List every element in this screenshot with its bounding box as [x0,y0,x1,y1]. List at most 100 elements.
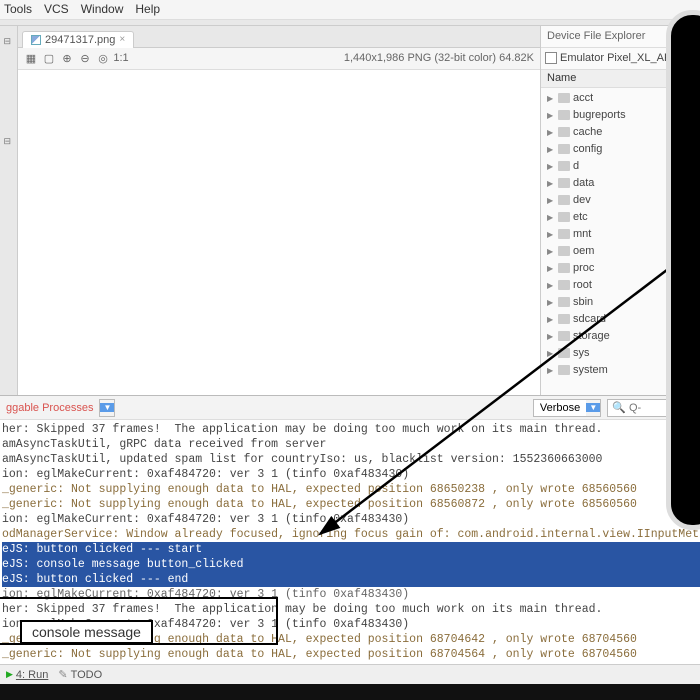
folder-row[interactable]: ▶sbin [541,294,700,311]
expand-arrow-icon[interactable]: ▶ [547,94,555,103]
gutter-handle-icon[interactable]: ⊟ [4,136,14,146]
log-level-label: Verbose [534,400,586,416]
folder-name: cache [573,126,602,138]
folder-row[interactable]: ▶d [541,158,700,175]
left-gutter: ⊟ ⊟ [0,26,18,395]
process-filter-dropdown[interactable]: ▼ [99,399,115,417]
grid-icon[interactable]: ▦ [24,51,38,65]
editor-tab-bar: 29471317.png × [18,26,540,48]
menu-vcs[interactable]: VCS [44,2,69,16]
editor-tab[interactable]: 29471317.png × [22,31,134,48]
folder-row[interactable]: ▶bugreports [541,107,700,124]
main-area: ⊟ ⊟ 29471317.png × ▦ ▢ ⊕ ⊖ ◎ 1:1 1,440x1… [0,26,700,395]
expand-arrow-icon[interactable]: ▶ [547,349,555,358]
device-file-tree[interactable]: ▶acct▶bugreports▶cache▶config▶d▶data▶dev… [541,88,700,395]
status-bar [0,684,700,700]
folder-icon [558,246,570,256]
expand-arrow-icon[interactable]: ▶ [547,162,555,171]
folder-name: acct [573,92,593,104]
folder-icon [558,263,570,273]
expand-arrow-icon[interactable]: ▶ [547,213,555,222]
log-line: her: Skipped 37 frames! The application … [2,603,602,616]
folder-name: mnt [573,228,591,240]
expand-arrow-icon[interactable]: ▶ [547,111,555,120]
folder-row[interactable]: ▶ config [541,141,700,158]
expand-arrow-icon[interactable]: ▶ [547,230,555,239]
log-line: ion: eglMakeCurrent: 0xaf484720: ver 3 1… [2,588,409,601]
folder-name: dev [573,194,591,206]
folder-row[interactable]: ▶etc [541,209,700,226]
folder-name: oem [573,245,594,257]
folder-icon [558,297,570,307]
expand-arrow-icon[interactable]: ▶ [547,315,555,324]
tree-header-name[interactable]: Name [541,70,700,88]
device-file-explorer-panel: Device File Explorer Emulator Pixel_XL_A… [540,26,700,395]
log-line: _generic: Not supplying enough data to H… [2,648,637,661]
tab-filename: 29471317.png [45,34,115,46]
menu-window[interactable]: Window [81,2,124,16]
image-canvas[interactable] [18,70,540,395]
log-line: _generic: Not supplying enough data to H… [2,483,637,496]
expand-arrow-icon[interactable]: ▶ [547,281,555,290]
log-search-box[interactable]: 🔍 [607,399,694,417]
folder-icon [558,314,570,324]
run-icon: ▶ [6,669,13,680]
box-icon[interactable]: ▢ [42,51,56,65]
folder-icon [558,229,570,239]
zoom-in-icon[interactable]: ⊕ [60,51,74,65]
folder-icon [558,161,570,171]
image-file-icon [31,35,41,45]
zoom-out-icon[interactable]: ⊖ [78,51,92,65]
menu-help[interactable]: Help [135,2,160,16]
log-search-input[interactable] [629,402,689,414]
log-line: eJS: button clicked --- end [2,572,700,587]
folder-name: storage [573,330,610,342]
expand-arrow-icon[interactable]: ▶ [547,298,555,307]
run-tab[interactable]: ▶ 4: Run [6,669,48,681]
folder-row[interactable]: ▶ cache [541,124,700,141]
bottom-tool-tabs: ▶ 4: Run ✎ TODO [0,664,700,684]
folder-row[interactable]: ▶ mnt [541,226,700,243]
folder-name: proc [573,262,594,274]
folder-row[interactable]: ▶ proc [541,260,700,277]
menu-tools[interactable]: Tools [4,2,32,16]
expand-arrow-icon[interactable]: ▶ [547,332,555,341]
folder-row[interactable]: ▶root [541,277,700,294]
folder-name: config [573,143,602,155]
folder-icon [558,331,570,341]
folder-row[interactable]: ▶ system [541,362,700,379]
image-info-label: 1,440x1,986 PNG (32-bit color) 64.82K [344,52,534,64]
emulator-selector[interactable]: Emulator Pixel_XL_API_25 [541,48,700,70]
folder-row[interactable]: ▶sdcard [541,311,700,328]
folder-row[interactable]: ▶ acct [541,90,700,107]
folder-row[interactable]: ▶sys [541,345,700,362]
todo-tab[interactable]: ✎ TODO [58,668,102,681]
process-filter-label: ggable Processes [6,402,93,414]
folder-icon [558,110,570,120]
folder-row[interactable]: ▶ dev [541,192,700,209]
folder-row[interactable]: ▶ oem [541,243,700,260]
folder-row[interactable]: ▶ data [541,175,700,192]
expand-arrow-icon[interactable]: ▶ [547,247,555,256]
expand-arrow-icon[interactable]: ▶ [547,264,555,273]
expand-arrow-icon[interactable]: ▶ [547,128,555,137]
expand-arrow-icon[interactable]: ▶ [547,366,555,375]
close-tab-icon[interactable]: × [119,34,125,45]
expand-arrow-icon[interactable]: ▶ [547,179,555,188]
folder-icon [558,195,570,205]
log-line: odManagerService: Window already focused… [2,528,700,541]
gutter-handle-icon[interactable]: ⊟ [4,36,14,46]
zoom-fit-icon[interactable]: ◎ [96,51,110,65]
folder-icon [558,144,570,154]
zoom-actual-icon[interactable]: 1:1 [114,51,128,65]
folder-row[interactable]: ▶ storage [541,328,700,345]
folder-name: data [573,177,594,189]
folder-name: system [573,364,608,376]
menu-bar: Tools VCS Window Help [0,0,700,20]
folder-icon [558,348,570,358]
expand-arrow-icon[interactable]: ▶ [547,145,555,154]
chevron-down-icon[interactable]: ▼ [586,403,600,412]
expand-arrow-icon[interactable]: ▶ [547,196,555,205]
log-level-dropdown[interactable]: Verbose ▼ [533,399,601,417]
chevron-down-icon[interactable]: ▼ [100,403,114,412]
